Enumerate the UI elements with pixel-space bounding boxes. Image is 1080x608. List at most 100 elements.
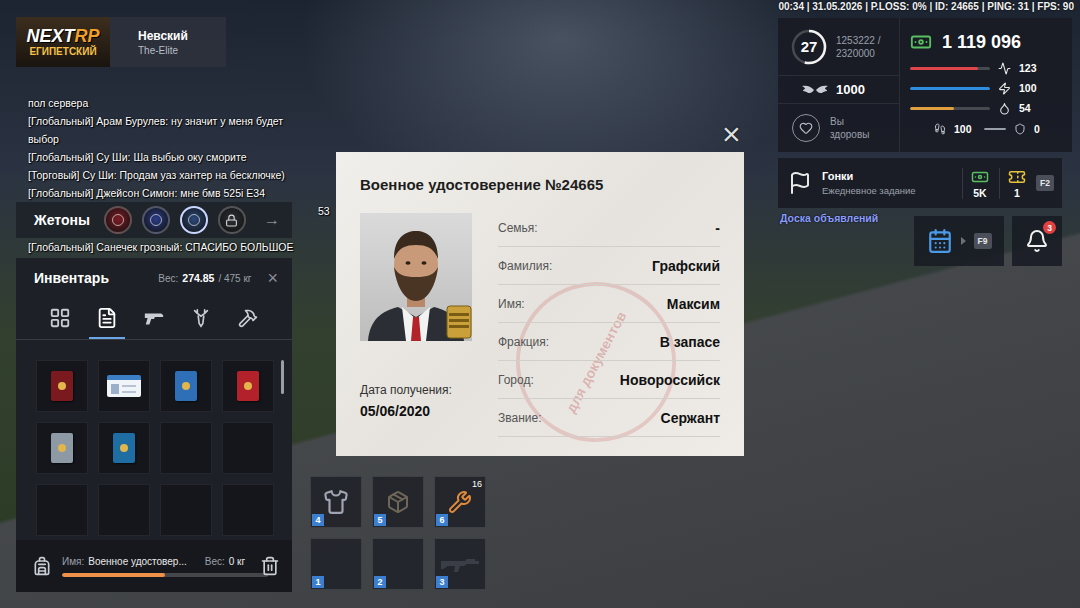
id-card-icon: [107, 375, 141, 397]
task-subtitle: Ежедневное задание: [822, 185, 952, 196]
inventory-slot[interactable]: [98, 484, 150, 536]
inventory-slot[interactable]: [36, 360, 88, 412]
notification-count: 3: [1043, 221, 1056, 234]
small-stat-bar: [984, 128, 1006, 130]
armor-icon: [1014, 123, 1026, 135]
hotkey-badge: F2: [1036, 175, 1054, 191]
inventory-slot[interactable]: [98, 422, 150, 474]
inventory-tab[interactable]: [89, 298, 125, 339]
wings-icon: [802, 84, 828, 96]
hotkey-badge: 6: [436, 514, 448, 526]
hotbar-slot[interactable]: 5: [372, 476, 424, 528]
card-field: Фракция:В запасе: [498, 323, 720, 361]
pulse-icon: [998, 62, 1011, 75]
card-field: Имя:Максим: [498, 285, 720, 323]
notifications-button[interactable]: 3: [1012, 216, 1062, 266]
money-reward: 5K: [962, 168, 989, 199]
inventory-tab[interactable]: [136, 298, 172, 339]
token-emblem-icon: [112, 214, 124, 226]
card-field: Звание:Сержант: [498, 399, 720, 437]
hotbar-slot[interactable]: 166: [434, 476, 486, 528]
inventory-slot[interactable]: [160, 360, 212, 412]
server-name: Невский: [138, 29, 226, 43]
level-ring: 27: [790, 28, 828, 66]
scrollbar-thumb[interactable]: [281, 360, 284, 394]
document-booklet-icon: [175, 371, 197, 401]
armor-icon: [323, 489, 349, 515]
photo-frame: [360, 213, 472, 341]
chat-line: пол сервера: [28, 94, 330, 112]
hotbar: 4 5166 12 3: [310, 476, 486, 590]
inventory-tab[interactable]: [183, 298, 219, 339]
experience: 1253222 /2320000: [836, 34, 881, 60]
trash-icon[interactable]: [260, 556, 280, 576]
weight-bar: [62, 573, 268, 577]
stamina-icon: [934, 123, 946, 135]
card-close-button[interactable]: ×: [722, 118, 741, 150]
inventory-slot[interactable]: [160, 422, 212, 474]
rifle-icon: [440, 554, 480, 574]
chat-line: [Торговый] Су Ши: Продам уаз хантер на б…: [28, 166, 330, 184]
cash-icon: [910, 31, 932, 53]
small-stats: 1000: [910, 118, 1062, 140]
hotbar-slot[interactable]: 2: [372, 538, 424, 590]
inventory-tabs: [16, 298, 292, 340]
task-title: Гонки: [822, 170, 952, 182]
tools-icon: [448, 490, 472, 514]
logo-accent: RP: [75, 27, 100, 45]
token[interactable]: [218, 206, 246, 234]
level-row: 27 1253222 /2320000: [778, 18, 899, 76]
inventory-tab[interactable]: [230, 298, 266, 339]
calendar-button[interactable]: F9: [914, 216, 1004, 266]
stat-bar: 54: [910, 98, 1062, 118]
hotbar-slot[interactable]: 4: [310, 476, 362, 528]
chat-line: [Глобальный] Джейсон Симон: мне бмв 525i…: [28, 184, 330, 202]
military-id-card: для документовВоенное удостоверение №246…: [336, 152, 744, 456]
grid-icon: [49, 307, 71, 329]
inventory-slot[interactable]: [222, 360, 274, 412]
cash-icon: [971, 168, 989, 186]
tokens-panel: Жетоны→: [16, 202, 292, 238]
player-hud: 271253222 /23200001000Вы здоровы1 119 09…: [778, 18, 1072, 152]
hotkey-badge: F9: [974, 233, 992, 249]
hotbar-slot[interactable]: 3: [434, 538, 486, 590]
token-emblem-icon: [150, 214, 162, 226]
date-value: 05/06/2020: [360, 403, 472, 419]
inventory-close-button[interactable]: ×: [267, 269, 278, 287]
selected-item-bar: Имя:Военное удостовер...Вес:0 кг: [16, 540, 292, 592]
deer-icon: [190, 307, 212, 329]
inventory-slot[interactable]: [222, 422, 274, 474]
card-field: Семья:-: [498, 209, 720, 247]
hotkey-badge: 4: [312, 514, 324, 526]
notice-board-link[interactable]: Доска объявлений: [780, 212, 878, 224]
token[interactable]: [180, 206, 208, 234]
ticket-icon: [1008, 168, 1026, 186]
inventory-title: Инвентарь: [34, 270, 152, 286]
document-icon: [96, 307, 118, 329]
status-bar: 00:34 | 31.05.2026 | P.LOSS: 0% | ID: 24…: [778, 1, 1074, 12]
hotbar-slot[interactable]: 1: [310, 538, 362, 590]
inventory-weight: Вес:274.85/ 475 кг: [158, 272, 251, 284]
caret-icon: [961, 237, 966, 245]
token[interactable]: [104, 206, 132, 234]
date-label: Дата получения:: [360, 383, 472, 397]
inventory-slot[interactable]: [36, 422, 88, 474]
daily-task[interactable]: Гонки Ежедневное задание 5K 1 F2: [778, 158, 1062, 208]
card-title: Военное удостоверение №24665: [360, 176, 720, 193]
inventory-slot[interactable]: [160, 484, 212, 536]
card-field: Фамилия:Графский: [498, 247, 720, 285]
pistol-icon: [143, 307, 165, 329]
level-value: 27: [790, 28, 828, 66]
inventory-slot[interactable]: [36, 484, 88, 536]
inventory-slot[interactable]: [222, 484, 274, 536]
document-booklet-icon: [51, 371, 73, 401]
tokens-next-button[interactable]: →: [264, 211, 280, 229]
inventory-tab[interactable]: [42, 298, 78, 339]
inventory-slot[interactable]: [98, 360, 150, 412]
logo-brand: NEXTRP: [26, 27, 99, 45]
calendar-icon: [927, 228, 953, 254]
hotkey-badge: 2: [374, 576, 386, 588]
token[interactable]: [142, 206, 170, 234]
stat-bar: 123: [910, 58, 1062, 78]
ticket-reward: 1: [999, 168, 1026, 199]
